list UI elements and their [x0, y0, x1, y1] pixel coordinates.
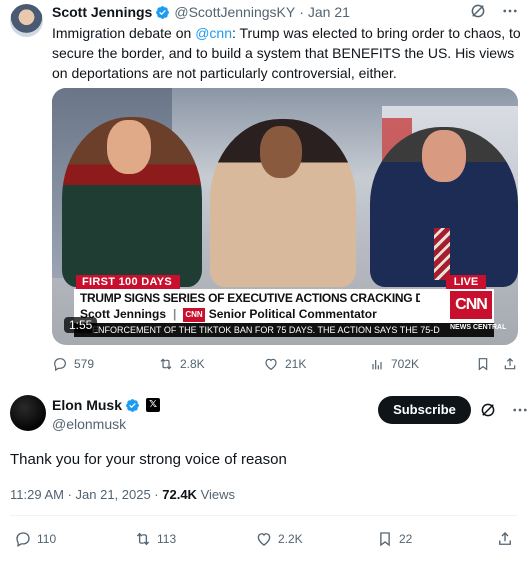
repost-icon: [160, 358, 172, 370]
bookmark-icon: [380, 532, 390, 547]
chyron-divider: |: [173, 307, 177, 321]
like-count: 2.2K: [278, 532, 303, 546]
reply-button[interactable]: 110: [14, 530, 56, 548]
avatar-elon-musk[interactable]: [10, 395, 46, 431]
tweet-timestamp[interactable]: 11:29 AM · Jan 21, 2025 ·: [10, 487, 162, 502]
panelist-center-face: [260, 126, 302, 178]
repost-count: 113: [157, 532, 177, 546]
repost-icon: [136, 532, 150, 546]
repost-button[interactable]: 2.8K: [158, 356, 205, 372]
tweet-action-bar: 579 2.8K 21K 702K: [52, 356, 518, 378]
repost-button[interactable]: 113: [134, 530, 176, 548]
divider: [10, 515, 517, 516]
like-button[interactable]: 2.2K: [255, 530, 303, 548]
more-options-icon[interactable]: [501, 2, 519, 20]
tweet-text: Thank you for your strong voice of reaso…: [10, 451, 287, 468]
reply-icon: [16, 532, 30, 547]
tweet-action-bar: 110 113 2.2K 22: [10, 530, 517, 550]
bookmark-button[interactable]: 22: [376, 530, 412, 548]
ticker-tag: NEWS CENTRAL: [450, 324, 507, 331]
mention-link[interactable]: @cnn: [195, 25, 232, 41]
views-count: 72.4K: [162, 487, 197, 502]
tweet-text-part: Immigration debate on: [52, 25, 196, 41]
reply-count: 110: [37, 532, 57, 546]
grok-icon[interactable]: [479, 401, 497, 419]
heart-icon: [265, 358, 277, 371]
reply-author-row: Elon Musk 𝕏: [52, 396, 161, 414]
separator-dot: ·: [299, 4, 304, 20]
share-button[interactable]: [496, 530, 514, 548]
verified-badge-icon: [156, 5, 170, 19]
news-ticker: ENFORCEMENT OF THE TIKTOK BAN FOR 75 DAY…: [74, 323, 494, 337]
share-button[interactable]: [502, 356, 518, 372]
tweet-date[interactable]: Jan 21: [308, 3, 350, 21]
reply-icon: [54, 358, 66, 372]
video-player[interactable]: FIRST 100 DAYS LIVE TRUMP SIGNS SERIES O…: [52, 88, 518, 345]
panelist-right-face: [422, 130, 466, 182]
views-count: 702K: [391, 357, 420, 371]
avatar-scott-jennings[interactable]: [10, 4, 43, 37]
chyron-headline: TRUMP SIGNS SERIES OF EXECUTIVE ACTIONS …: [80, 291, 420, 305]
share-icon: [499, 532, 511, 545]
repost-count: 2.8K: [180, 357, 205, 371]
grok-icon[interactable]: [469, 2, 487, 20]
heart-icon: [257, 533, 271, 546]
panelist-right-tie: [434, 228, 450, 280]
chyron-name-line: Scott Jennings | CNN Senior Political Comme…: [80, 307, 377, 322]
tweet-metadata: 11:29 AM · Jan 21, 2025 · 72.4K Views: [10, 486, 235, 504]
reply-button[interactable]: 579: [52, 356, 94, 372]
banner-first-100-days: FIRST 100 DAYS: [76, 275, 180, 289]
views-label: Views: [196, 487, 236, 502]
author-name[interactable]: Scott Jennings: [52, 3, 152, 21]
author-handle[interactable]: @ScottJenningsKY: [174, 3, 295, 21]
panelist-left-face: [107, 120, 151, 174]
cnn-mini-logo: CNN: [183, 308, 205, 322]
main-tweet: Elon Musk 𝕏 @elonmusk Subscribe Thank yo…: [0, 384, 527, 564]
tweet-top-actions: [469, 2, 519, 20]
views-button[interactable]: 702K: [369, 356, 419, 372]
tweet-text: Immigration debate on @cnn: Trump was el…: [52, 23, 522, 83]
bookmark-icon: [478, 358, 488, 371]
x-affiliate-badge-icon: 𝕏: [146, 398, 161, 412]
reply-count: 579: [74, 357, 95, 371]
author-name[interactable]: Elon Musk: [52, 396, 122, 414]
author-handle[interactable]: @elonmusk: [52, 415, 126, 433]
tweet-header: Scott Jennings @ScottJenningsKY · Jan 21: [52, 3, 350, 21]
tweet-top-actions: [479, 401, 527, 419]
video-duration: 1:55: [64, 317, 98, 333]
share-icon: [504, 357, 516, 370]
like-button[interactable]: 21K: [263, 356, 306, 372]
chyron-title: Senior Political Commentator: [208, 307, 377, 321]
bookmark-count: 22: [399, 532, 413, 546]
banner-live: LIVE: [446, 275, 486, 289]
like-count: 21K: [285, 357, 307, 371]
quoted-tweet[interactable]: Scott Jennings @ScottJenningsKY · Jan 21…: [0, 0, 527, 384]
analytics-icon: [372, 360, 382, 370]
cnn-logo: CNN: [450, 291, 492, 319]
subscribe-button[interactable]: Subscribe: [378, 396, 471, 424]
bookmark-button[interactable]: [475, 356, 491, 372]
more-options-icon[interactable]: [511, 401, 527, 419]
verified-badge-icon: [126, 398, 139, 412]
